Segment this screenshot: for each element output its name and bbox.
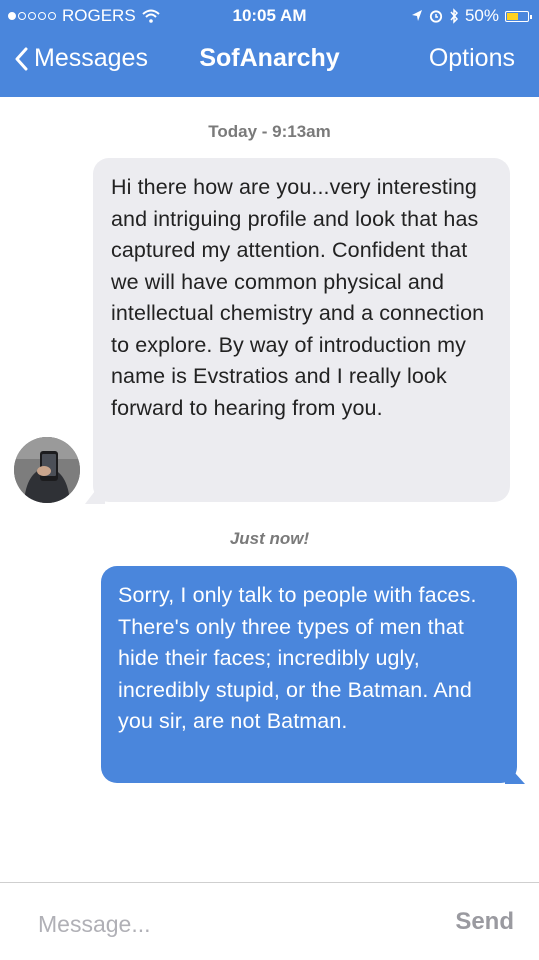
message-input[interactable] [36,905,420,943]
message-composer: Send [0,882,539,960]
status-right: 50% [411,6,532,26]
avatar[interactable] [14,437,80,503]
back-button-label: Messages [34,44,148,72]
incoming-message-bubble: Hi there how are you...very interesting … [93,158,510,502]
location-icon [411,10,422,21]
message-timestamp-recent: Just now! [229,529,310,548]
avatar-photo [14,437,80,503]
bluetooth-icon [450,8,458,24]
send-button[interactable]: Send [455,908,514,936]
app-header: ROGERS 10:05 AM 50% Messages SofAnarchy … [0,0,539,97]
alarm-icon [429,10,443,23]
back-button[interactable]: Messages [14,44,148,73]
options-button[interactable]: Options [429,44,515,73]
chevron-left-icon [15,47,28,70]
battery-icon [505,10,532,22]
battery-percent: 50% [464,6,499,25]
message-timestamp: Today - 9:13am [208,122,331,141]
status-bar: ROGERS 10:05 AM 50% [0,0,539,32]
outgoing-message-bubble: Sorry, I only talk to people with faces.… [101,566,517,783]
